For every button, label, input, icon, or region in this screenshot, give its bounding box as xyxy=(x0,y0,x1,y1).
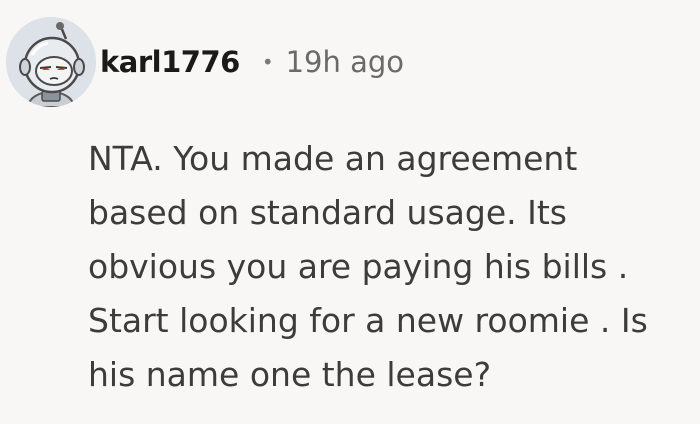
astronaut-snoo-avatar-icon xyxy=(6,17,96,107)
comment-body: NTA. You made an agreement based on stan… xyxy=(88,139,648,394)
meta-separator: • xyxy=(261,50,274,74)
comment-author[interactable]: karl1776 xyxy=(100,45,240,79)
avatar[interactable] xyxy=(6,17,96,107)
comment: karl1776 • 19h ago NTA. You made an agre… xyxy=(0,0,700,424)
comment-header: karl1776 • 19h ago xyxy=(6,14,404,110)
comment-timestamp[interactable]: 19h ago xyxy=(286,45,404,79)
